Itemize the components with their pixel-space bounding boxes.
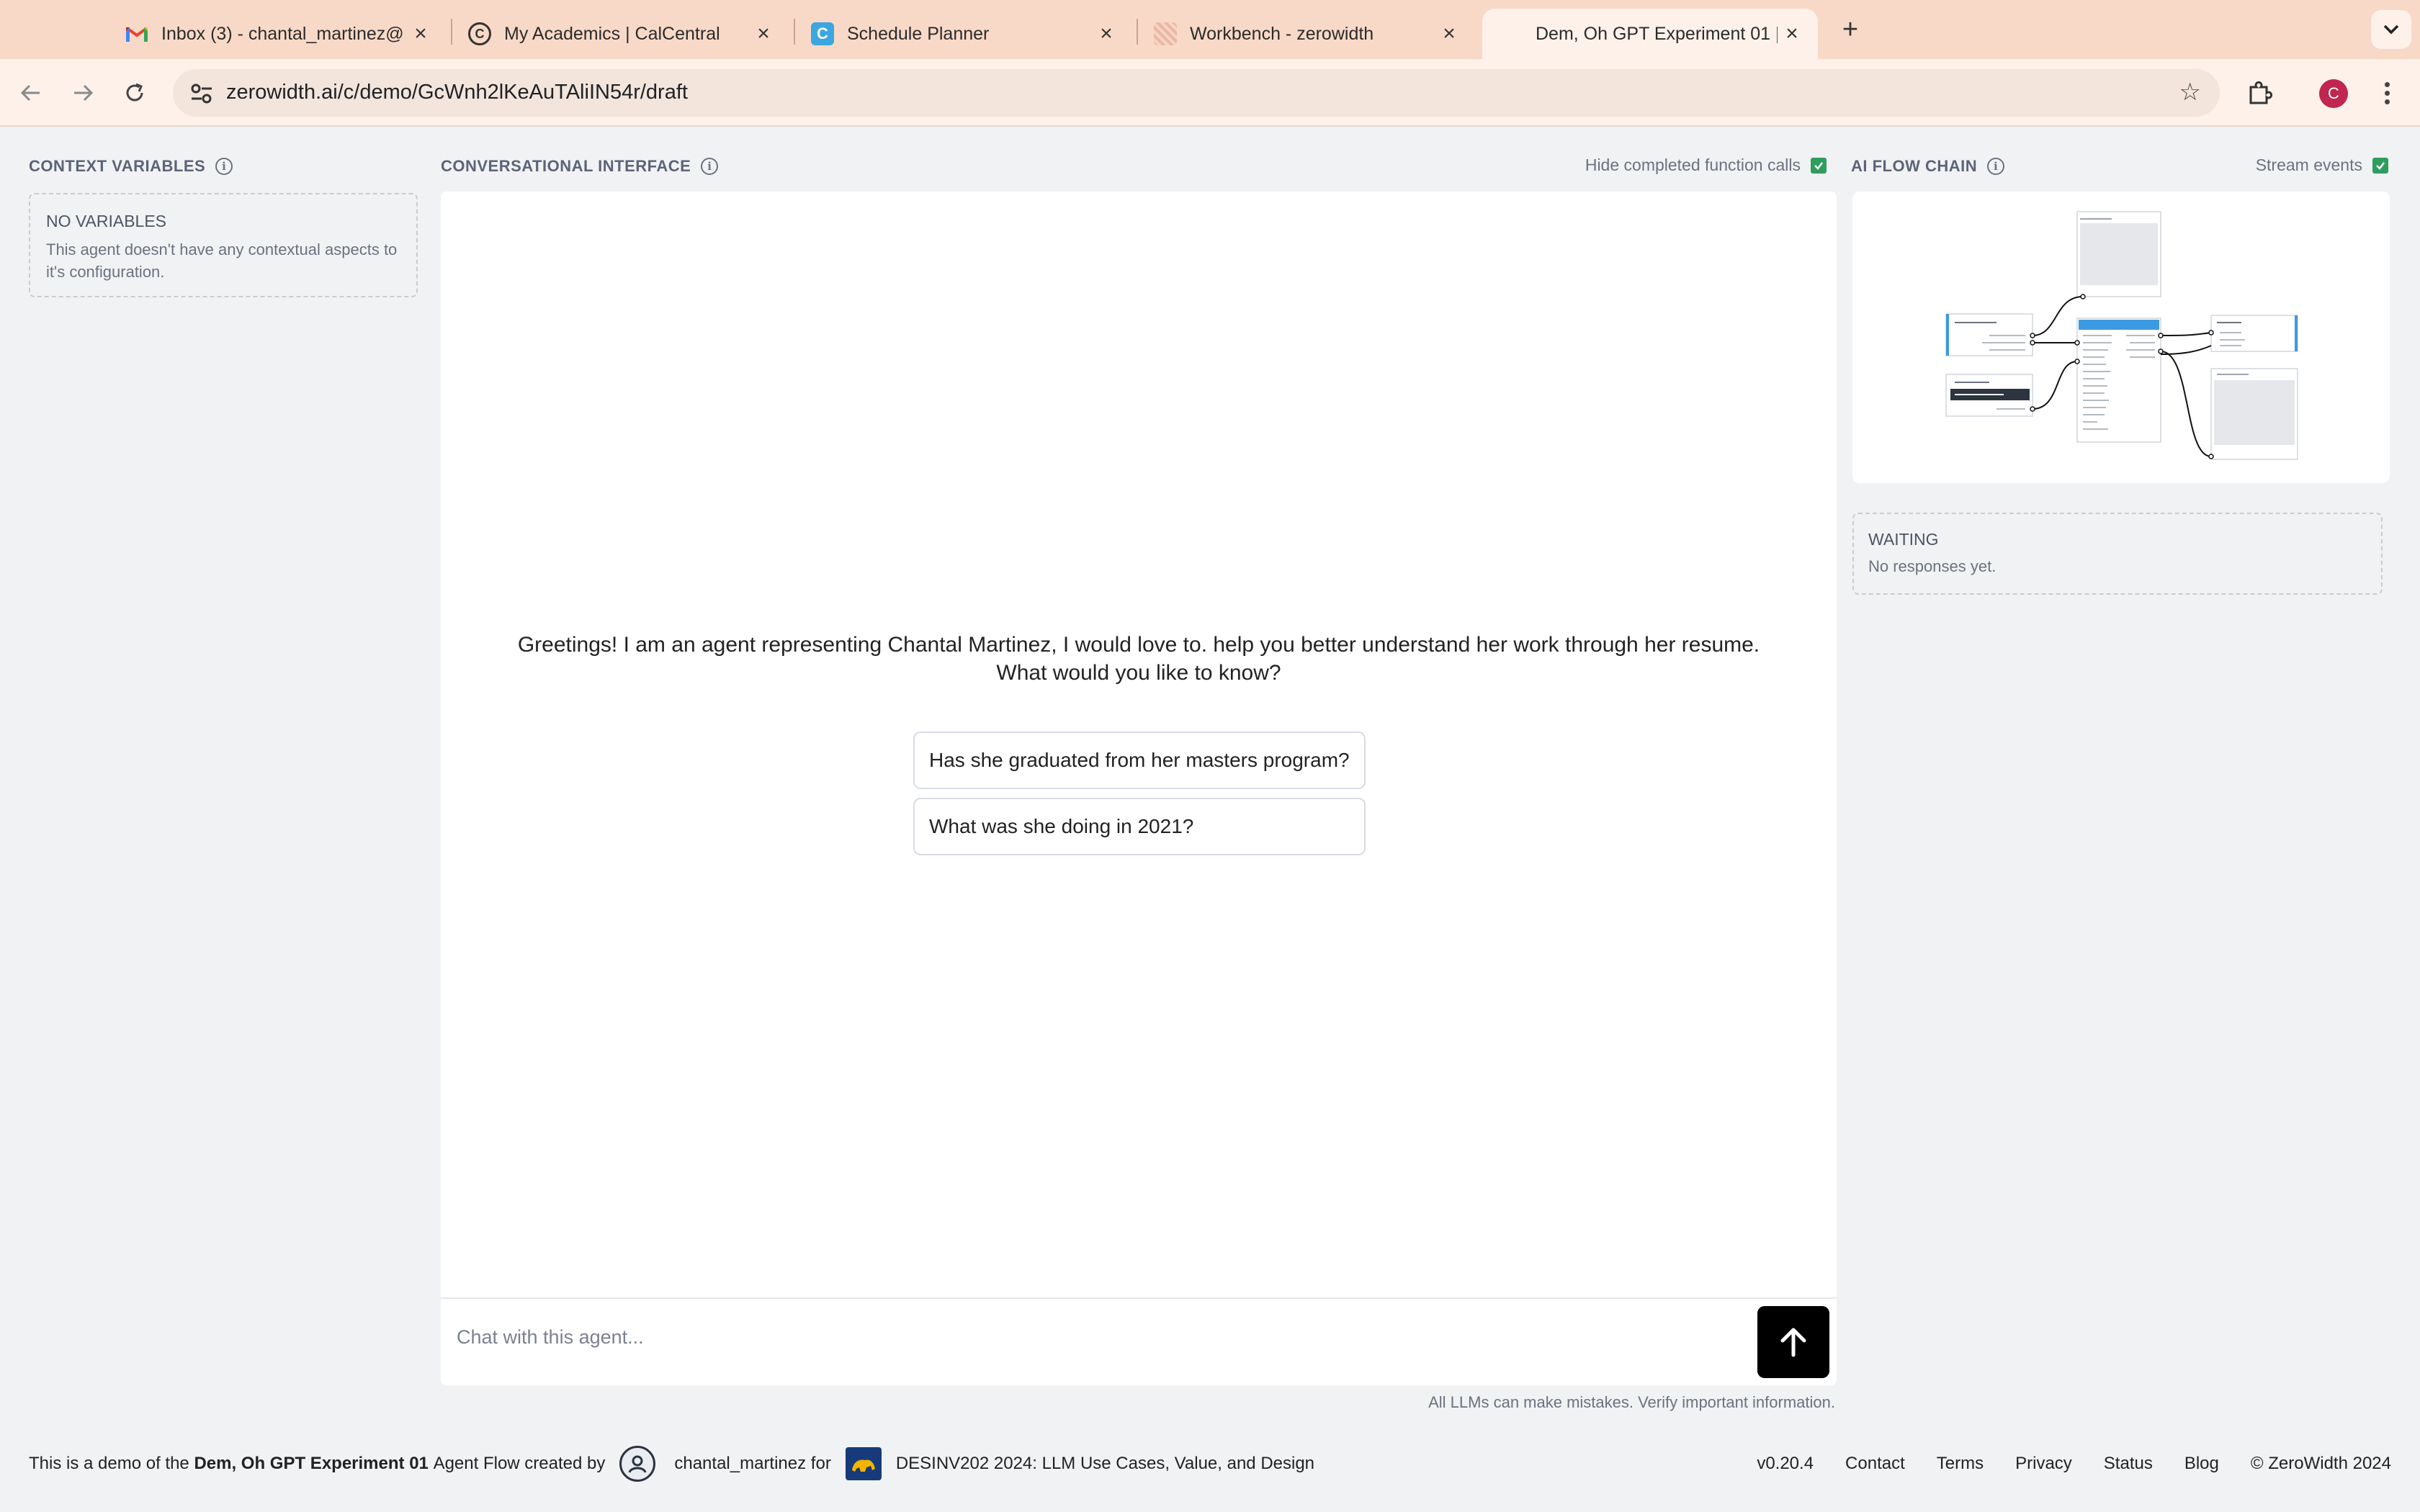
hide-completed-label: Hide completed function calls — [1585, 156, 1801, 174]
no-variables-box: NO VARIABLES This agent doesn't have any… — [29, 193, 418, 297]
extensions-button[interactable] — [2241, 75, 2277, 111]
waiting-heading: WAITING — [1868, 530, 1939, 549]
hide-completed-toggle[interactable]: Hide completed function calls — [1585, 156, 1827, 175]
tab-title: Schedule Planner — [847, 23, 990, 44]
puzzle-icon — [2249, 81, 2272, 104]
demo-attribution: This is a demo of the Dem, Oh GPT Experi… — [29, 1446, 1314, 1482]
tab-close-icon[interactable]: × — [1092, 22, 1121, 46]
bookmark-star-icon[interactable]: ☆ — [2179, 78, 2201, 107]
checkbox-checked-icon[interactable] — [2372, 157, 2388, 174]
new-tab-button[interactable]: + — [1832, 12, 1868, 48]
url-text: zerowidth.ai/c/demo/GcWnh2lKeAuTAliIN54r… — [226, 81, 688, 104]
tab-title: Workbench - zerowidth — [1190, 23, 1374, 44]
user-icon — [628, 1455, 647, 1473]
tab-close-icon[interactable]: × — [749, 22, 778, 46]
footer-link-terms[interactable]: Terms — [1937, 1454, 1984, 1474]
copyright-text: © ZeroWidth 2024 — [2250, 1454, 2391, 1473]
conversational-interface-header: CONVERSATIONAL INTERFACE i — [441, 157, 719, 176]
suggestion-button[interactable]: What was she doing in 2021? — [913, 798, 1366, 855]
footer-middle: Agent Flow created by — [433, 1454, 606, 1473]
tab-schedule-planner[interactable]: C Schedule Planner × — [794, 9, 1132, 59]
no-variables-text: This agent doesn't have any contextual a… — [46, 240, 398, 281]
tab-title: Dem, Oh GPT Experiment 01 | — [1536, 23, 1778, 44]
info-icon[interactable]: i — [215, 158, 233, 175]
creator-username[interactable]: chantal_martinez — [674, 1454, 806, 1474]
browser-toolbar: zerowidth.ai/c/demo/GcWnh2lKeAuTAliIN54r… — [0, 59, 2420, 127]
footer-links: v0.20.4 Contact Terms Privacy Status Blo… — [1757, 1447, 2391, 1480]
tab-close-icon[interactable]: × — [406, 22, 435, 46]
agent-greeting: Greetings! I am an agent representing Ch… — [517, 633, 1760, 685]
schedule-planner-icon: C — [811, 22, 834, 45]
flow-diagram-thumbnail — [1945, 211, 2298, 460]
no-variables-heading: NO VARIABLES — [46, 212, 167, 230]
page-footer: This is a demo of the Dem, Oh GPT Experi… — [0, 1440, 2420, 1488]
back-button[interactable] — [13, 75, 49, 111]
footer-link-contact[interactable]: Contact — [1845, 1454, 1905, 1474]
blank-page-icon — [1500, 22, 1523, 45]
context-variables-title: CONTEXT VARIABLES — [29, 157, 206, 175]
reload-icon — [126, 83, 143, 102]
footer-link-status[interactable]: Status — [2104, 1454, 2153, 1474]
agent-name-link[interactable]: Dem, Oh GPT Experiment 01 — [194, 1454, 428, 1474]
ai-flow-chain-header: AI FLOW CHAIN i — [1851, 157, 2005, 176]
no-responses-text: No responses yet. — [1868, 557, 1996, 575]
tab-title: My Academics | CalCentral — [504, 23, 720, 44]
tab-dem-oh-gpt[interactable]: Dem, Oh GPT Experiment 01 | × — [1482, 9, 1818, 59]
send-button[interactable] — [1757, 1306, 1829, 1378]
version-label: v0.20.4 — [1757, 1454, 1814, 1473]
tab-calcentral[interactable]: C My Academics | CalCentral × — [451, 9, 789, 59]
course-name-link[interactable]: DESINV202 2024: LLM Use Cases, Value, an… — [896, 1454, 1314, 1474]
chat-input-area: Chat with this agent... — [441, 1297, 1837, 1385]
profile-avatar[interactable]: C — [2319, 79, 2348, 108]
context-variables-header: CONTEXT VARIABLES i — [29, 157, 233, 176]
conversational-interface-title: CONVERSATIONAL INTERFACE — [441, 157, 691, 175]
reload-button[interactable] — [117, 75, 153, 111]
tab-search-button[interactable] — [2371, 10, 2411, 49]
tab-title: Inbox (3) - chantal_martinez@ — [161, 23, 404, 44]
zerowidth-icon — [1154, 22, 1177, 45]
address-bar[interactable]: zerowidth.ai/c/demo/GcWnh2lKeAuTAliIN54r… — [173, 69, 2220, 117]
tab-gmail[interactable]: Inbox (3) - chantal_martinez@ × — [108, 9, 447, 59]
arrow-up-icon — [1780, 1328, 1806, 1357]
waiting-status-box: WAITING No responses yet. — [1852, 513, 2383, 595]
calcentral-icon: C — [468, 22, 491, 45]
site-settings-icon[interactable] — [187, 79, 216, 108]
footer-for: for — [810, 1454, 831, 1473]
stream-events-label: Stream events — [2255, 156, 2362, 174]
chat-panel: Greetings! I am an agent representing Ch… — [441, 192, 1837, 1385]
user-avatar[interactable] — [619, 1446, 656, 1482]
arrow-right-icon — [74, 84, 94, 102]
footer-link-blog[interactable]: Blog — [2184, 1454, 2219, 1474]
tab-close-icon[interactable]: × — [1435, 22, 1464, 46]
tab-workbench[interactable]: Workbench - zerowidth × — [1137, 9, 1475, 59]
ai-flow-chain-title: AI FLOW CHAIN — [1851, 157, 1978, 175]
chat-input[interactable]: Chat with this agent... — [457, 1326, 644, 1349]
suggestion-button[interactable]: Has she graduated from her masters progr… — [913, 732, 1366, 789]
forward-button[interactable] — [65, 75, 101, 111]
info-icon[interactable]: i — [701, 158, 719, 175]
ai-flow-diagram-card[interactable] — [1852, 192, 2390, 483]
browser-tab-strip: Inbox (3) - chantal_martinez@ × C My Aca… — [0, 0, 2420, 59]
arrow-left-icon — [20, 84, 40, 102]
checkbox-checked-icon[interactable] — [1811, 157, 1827, 174]
browser-menu-icon[interactable] — [2372, 75, 2401, 111]
tab-close-icon[interactable]: × — [1778, 22, 1806, 46]
footer-link-privacy[interactable]: Privacy — [2015, 1454, 2072, 1474]
llm-disclaimer: All LLMs can make mistakes. Verify impor… — [1428, 1393, 1835, 1411]
footer-prefix: This is a demo of the — [29, 1454, 189, 1473]
org-logo-icon — [845, 1447, 882, 1480]
stream-events-toggle[interactable]: Stream events — [2256, 156, 2388, 175]
chevron-down-icon — [2383, 24, 2399, 35]
info-icon[interactable]: i — [1987, 158, 2005, 175]
gmail-icon — [125, 22, 148, 45]
